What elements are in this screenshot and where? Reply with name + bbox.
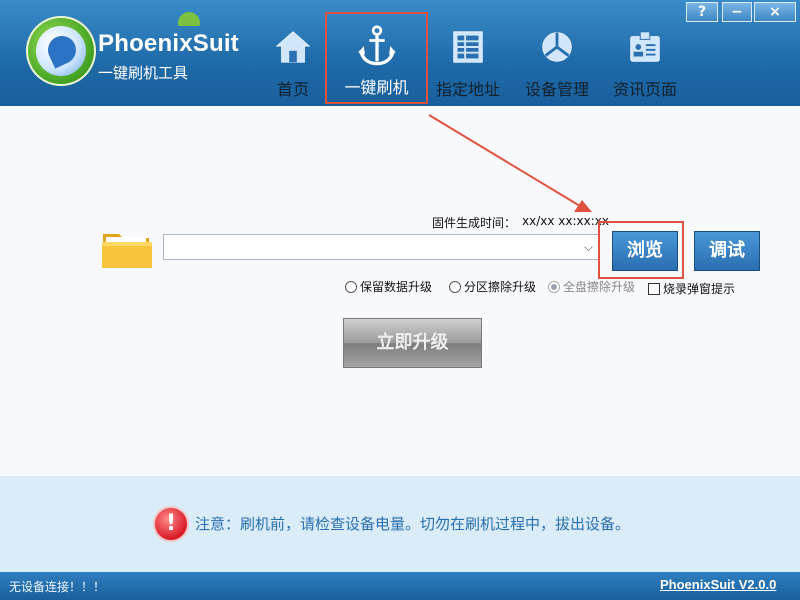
app-header: PhoenixSuit 一键刷机工具 首页 一键刷机 指定地址 设备管理 资讯页… — [0, 0, 800, 106]
nav-address[interactable]: 指定地址 — [436, 10, 500, 104]
radio-full-erase-label: 全盘擦除升级 — [563, 280, 636, 294]
chevron-down-icon[interactable]: ⌵ — [584, 240, 593, 255]
radio-partition-erase[interactable]: 分区擦除升级 — [449, 278, 536, 295]
nav-device-label: 设备管理 — [524, 80, 589, 99]
nav-home-label: 首页 — [276, 80, 309, 99]
notice-text: 注意：刷机前，请检查设备电量。切勿在刷机过程中，拔出设备。 — [195, 515, 631, 533]
popup-prompt-checkbox[interactable]: 烧录弹窗提示 — [648, 280, 735, 297]
browse-button[interactable]: 浏览 — [612, 231, 678, 271]
nav-news-label: 资讯页面 — [612, 80, 677, 99]
radio-dot[interactable] — [449, 280, 461, 293]
minimize-button[interactable]: − — [722, 2, 752, 22]
folder-icon[interactable] — [101, 228, 153, 270]
help-button[interactable]: ? — [686, 2, 718, 22]
phoenix-bird-icon — [43, 31, 81, 69]
warning-icon: ! — [153, 506, 189, 542]
device-icon — [542, 32, 572, 62]
logo-icon — [26, 16, 96, 86]
checkbox-box[interactable] — [648, 282, 660, 295]
nav-flash-label: 一键刷机 — [344, 78, 409, 97]
radio-full-erase[interactable]: 全盘擦除升级 — [548, 278, 635, 295]
anchor-icon — [357, 25, 396, 66]
radio-dot[interactable] — [345, 280, 357, 293]
radio-dot[interactable] — [548, 280, 560, 293]
radio-keep-data[interactable]: 保留数据升级 — [345, 278, 432, 295]
nav-flash[interactable]: 一键刷机 — [325, 12, 428, 104]
radio-partition-erase-label: 分区擦除升级 — [464, 280, 537, 294]
version-link[interactable]: PhoenixSuit V2.0.0 — [660, 577, 776, 592]
firmware-file-select[interactable]: ⌵ — [163, 234, 600, 260]
radio-keep-data-label: 保留数据升级 — [360, 280, 433, 294]
popup-prompt-label: 烧录弹窗提示 — [663, 282, 736, 296]
news-icon — [630, 31, 660, 62]
nav-home[interactable]: 首页 — [265, 10, 321, 104]
upgrade-now-button[interactable]: 立即升级 — [343, 318, 482, 368]
build-time-label: 固件生成时间： — [432, 216, 517, 230]
android-icon — [178, 12, 200, 26]
app-subtitle: 一键刷机工具 — [98, 64, 189, 82]
grid-icon — [453, 31, 483, 63]
close-button[interactable]: × — [754, 2, 796, 22]
home-icon — [275, 31, 311, 63]
app-name: PhoenixSuit — [98, 30, 239, 57]
debug-button[interactable]: 调试 — [694, 231, 760, 271]
nav-news[interactable]: 资讯页面 — [608, 10, 682, 104]
device-status-text: 无设备连接！！！ — [9, 580, 106, 594]
nav-device[interactable]: 设备管理 — [520, 10, 594, 104]
build-time-value: xx/xx xx:xx:xx — [522, 214, 609, 228]
nav-address-label: 指定地址 — [436, 80, 501, 99]
